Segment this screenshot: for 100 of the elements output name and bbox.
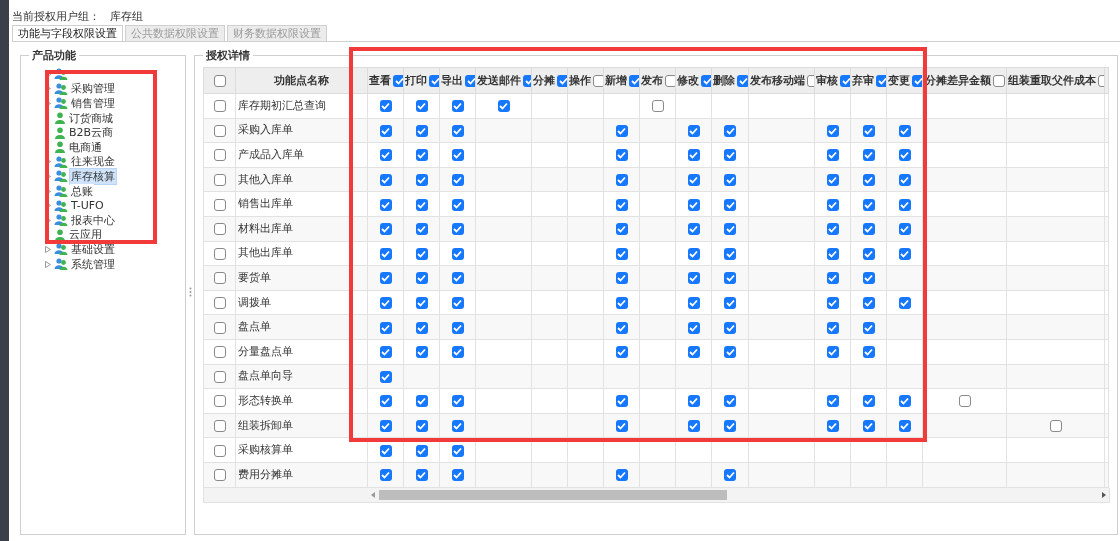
checkbox[interactable] (898, 124, 911, 137)
checkbox[interactable] (393, 74, 403, 87)
checkbox[interactable] (615, 198, 628, 211)
checkbox[interactable] (451, 346, 464, 359)
tab[interactable]: 功能与字段权限设置 (12, 25, 123, 41)
scroll-left-icon[interactable] (371, 491, 375, 498)
checkbox[interactable] (213, 198, 226, 211)
checkbox[interactable] (898, 247, 911, 260)
checkbox[interactable] (724, 174, 736, 187)
checkbox[interactable] (415, 174, 428, 187)
scroll-right-icon[interactable] (1102, 491, 1106, 498)
checkbox[interactable] (826, 346, 839, 359)
tree-item[interactable]: 报表中心 (70, 212, 116, 228)
checkbox[interactable] (615, 174, 628, 187)
tree-item[interactable]: 采购管理 (70, 81, 116, 97)
checkbox[interactable] (862, 346, 875, 359)
checkbox[interactable] (451, 198, 464, 211)
checkbox[interactable] (379, 395, 392, 408)
checkbox[interactable] (213, 346, 226, 359)
checkbox[interactable] (826, 272, 839, 285)
checkbox[interactable] (826, 395, 839, 408)
checkbox[interactable] (687, 321, 700, 334)
checkbox[interactable] (862, 124, 875, 137)
checkbox[interactable] (724, 223, 736, 236)
checkbox[interactable] (429, 74, 439, 87)
checkbox[interactable] (687, 149, 700, 162)
checkbox[interactable] (687, 223, 700, 236)
checkbox[interactable] (862, 247, 875, 260)
checkbox[interactable] (826, 321, 839, 334)
expand-arrow-icon[interactable] (45, 260, 51, 268)
checkbox[interactable] (415, 198, 428, 211)
checkbox[interactable] (898, 149, 911, 162)
checkbox[interactable] (379, 346, 392, 359)
checkbox[interactable] (665, 74, 675, 87)
checkbox[interactable] (379, 370, 392, 383)
checkbox[interactable] (415, 124, 428, 137)
checkbox[interactable] (379, 149, 392, 162)
checkbox[interactable] (615, 247, 628, 260)
checkbox[interactable] (451, 297, 464, 310)
checkbox[interactable] (213, 247, 226, 260)
checkbox[interactable] (701, 74, 711, 87)
checkbox[interactable] (379, 272, 392, 285)
checkbox[interactable] (213, 420, 226, 432)
splitter-grip-icon[interactable] (188, 286, 192, 297)
checkbox[interactable] (724, 297, 736, 310)
checkbox[interactable] (379, 174, 392, 187)
checkbox[interactable] (379, 100, 392, 113)
checkbox[interactable] (213, 124, 226, 137)
checkbox[interactable] (557, 74, 567, 87)
checkbox[interactable] (451, 272, 464, 285)
scrollbar-thumb[interactable] (379, 489, 727, 500)
checkbox[interactable] (629, 74, 639, 87)
checkbox[interactable] (615, 346, 628, 359)
checkbox[interactable] (451, 174, 464, 187)
checkbox[interactable] (826, 124, 839, 137)
checkbox[interactable] (615, 321, 628, 334)
checkbox[interactable] (415, 346, 428, 359)
checkbox[interactable] (826, 174, 839, 187)
checkbox[interactable] (862, 149, 875, 162)
checkbox[interactable] (826, 420, 839, 432)
checkbox[interactable] (876, 74, 886, 87)
expand-arrow-icon[interactable] (45, 245, 51, 253)
checkbox[interactable] (451, 149, 464, 162)
checkbox[interactable] (213, 395, 226, 408)
checkbox[interactable] (415, 149, 428, 162)
checkbox[interactable] (415, 420, 428, 432)
checkbox[interactable] (615, 149, 628, 162)
checkbox[interactable] (615, 124, 628, 137)
checkbox[interactable] (451, 100, 464, 113)
checkbox[interactable] (379, 124, 392, 137)
checkbox[interactable] (415, 100, 428, 113)
checkbox[interactable] (724, 198, 736, 211)
checkbox[interactable] (840, 74, 850, 87)
checkbox[interactable] (651, 100, 664, 113)
checkbox[interactable] (737, 74, 748, 87)
checkbox[interactable] (415, 395, 428, 408)
checkbox[interactable] (213, 297, 226, 310)
checkbox[interactable] (451, 223, 464, 236)
checkbox[interactable] (615, 395, 628, 408)
checkbox[interactable] (213, 321, 226, 334)
checkbox[interactable] (415, 297, 428, 310)
checkbox[interactable] (687, 395, 700, 408)
checkbox[interactable] (213, 370, 226, 383)
checkbox[interactable] (724, 469, 736, 482)
checkbox[interactable] (687, 198, 700, 211)
checkbox[interactable] (898, 297, 911, 310)
checkbox[interactable] (213, 444, 226, 457)
checkbox[interactable] (826, 247, 839, 260)
checkbox[interactable] (213, 174, 226, 187)
checkbox[interactable] (615, 469, 628, 482)
tree-item[interactable]: B2B云商 (68, 125, 115, 141)
checkbox[interactable] (593, 74, 603, 87)
checkbox[interactable] (724, 149, 736, 162)
checkbox[interactable] (415, 247, 428, 260)
checkbox[interactable] (898, 198, 911, 211)
checkbox[interactable] (687, 272, 700, 285)
checkbox[interactable] (898, 174, 911, 187)
checkbox[interactable] (826, 149, 839, 162)
checkbox[interactable] (213, 149, 226, 162)
checkbox[interactable] (451, 395, 464, 408)
